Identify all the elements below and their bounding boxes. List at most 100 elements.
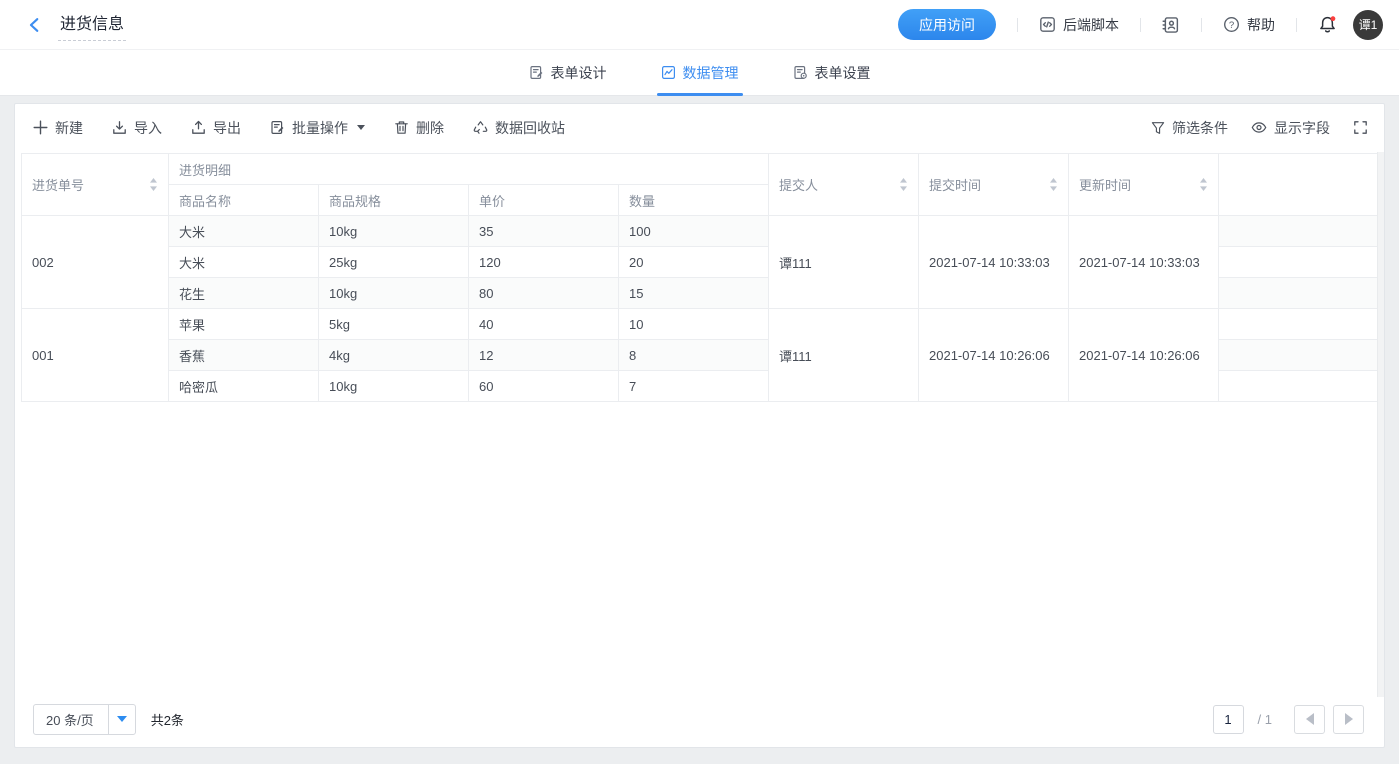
cell-unit-price[interactable]: 60 bbox=[469, 371, 619, 402]
cell-product-name[interactable]: 香蕉 bbox=[169, 340, 319, 371]
cell-product-spec[interactable]: 5kg bbox=[319, 309, 469, 340]
cell-product-name[interactable]: 哈密瓜 bbox=[169, 371, 319, 402]
doc-gear-icon bbox=[793, 65, 808, 80]
tab-form-settings[interactable]: 表单设置 bbox=[789, 50, 875, 95]
cell-unit-price[interactable]: 80 bbox=[469, 278, 619, 309]
cell-unit-price[interactable]: 35 bbox=[469, 216, 619, 247]
cell-quantity[interactable]: 10 bbox=[619, 309, 769, 340]
cell-quantity[interactable]: 100 bbox=[619, 216, 769, 247]
sort-arrows-icon[interactable] bbox=[1199, 178, 1208, 191]
column-label: 提交人 bbox=[779, 175, 818, 194]
cell-product-name[interactable]: 大米 bbox=[169, 216, 319, 247]
cell-unit-price[interactable]: 40 bbox=[469, 309, 619, 340]
download-icon bbox=[112, 120, 127, 135]
prev-page-button[interactable] bbox=[1294, 705, 1325, 734]
table-row[interactable]: 001苹果5kg4010谭1112021-07-14 10:26:062021-… bbox=[22, 309, 1378, 340]
cell-submit-time[interactable]: 2021-07-14 10:26:06 bbox=[919, 309, 1069, 402]
cell-order-no[interactable]: 001 bbox=[22, 309, 169, 402]
import-button[interactable]: 导入 bbox=[112, 118, 162, 138]
sort-arrows-icon[interactable] bbox=[149, 178, 158, 191]
page-number-input[interactable]: 1 bbox=[1213, 705, 1244, 734]
display-fields-button[interactable]: 显示字段 bbox=[1251, 118, 1330, 138]
help-button[interactable]: ? 帮助 bbox=[1223, 15, 1275, 35]
cell-product-name[interactable]: 大米 bbox=[169, 247, 319, 278]
cell-empty[interactable] bbox=[1219, 216, 1378, 247]
notification-button[interactable] bbox=[1318, 15, 1337, 34]
cell-submitter[interactable]: 谭111 bbox=[769, 216, 919, 309]
sort-arrows-icon[interactable] bbox=[1049, 178, 1058, 191]
delete-label: 删除 bbox=[416, 118, 444, 138]
cell-empty[interactable] bbox=[1219, 247, 1378, 278]
page-size-caret[interactable] bbox=[108, 705, 135, 734]
cell-quantity[interactable]: 15 bbox=[619, 278, 769, 309]
column-header-order-no[interactable]: 进货单号 bbox=[22, 154, 169, 216]
cell-submit-time[interactable]: 2021-07-14 10:33:03 bbox=[919, 216, 1069, 309]
recycle-bin-button[interactable]: 数据回收站 bbox=[473, 118, 565, 138]
batch-operations-label: 批量操作 bbox=[292, 118, 348, 138]
back-button[interactable] bbox=[22, 12, 48, 38]
sort-arrows-icon[interactable] bbox=[899, 178, 908, 191]
cell-update-time[interactable]: 2021-07-14 10:26:06 bbox=[1069, 309, 1219, 402]
cell-update-time[interactable]: 2021-07-14 10:33:03 bbox=[1069, 216, 1219, 309]
column-header-submit-time[interactable]: 提交时间 bbox=[919, 154, 1069, 216]
batch-operations-button[interactable]: 批量操作 bbox=[270, 118, 365, 138]
tab-label: 表单设计 bbox=[551, 63, 607, 83]
arrow-right-icon bbox=[1345, 713, 1353, 725]
tab-data-management[interactable]: 数据管理 bbox=[657, 50, 743, 95]
export-label: 导出 bbox=[213, 118, 241, 138]
cell-empty[interactable] bbox=[1219, 278, 1378, 309]
column-header-product-spec: 商品规格 bbox=[319, 185, 469, 216]
table-area: 进货单号 进货明细 提交人 提交时间 bbox=[15, 151, 1384, 697]
tab-label: 数据管理 bbox=[683, 63, 739, 83]
cell-empty[interactable] bbox=[1219, 340, 1378, 371]
filter-label: 筛选条件 bbox=[1172, 118, 1228, 138]
cell-product-name[interactable]: 苹果 bbox=[169, 309, 319, 340]
cell-quantity[interactable]: 8 bbox=[619, 340, 769, 371]
avatar[interactable]: 谭1 bbox=[1353, 10, 1383, 40]
column-header-unit-price: 单价 bbox=[469, 185, 619, 216]
cell-product-spec[interactable]: 10kg bbox=[319, 278, 469, 309]
cell-empty[interactable] bbox=[1219, 371, 1378, 402]
cell-product-spec[interactable]: 10kg bbox=[319, 371, 469, 402]
display-fields-label: 显示字段 bbox=[1274, 118, 1330, 138]
export-button[interactable]: 导出 bbox=[191, 118, 241, 138]
backend-script-button[interactable]: 后端脚本 bbox=[1039, 15, 1119, 35]
cell-unit-price[interactable]: 120 bbox=[469, 247, 619, 278]
cell-product-spec[interactable]: 10kg bbox=[319, 216, 469, 247]
cell-empty[interactable] bbox=[1219, 309, 1378, 340]
cell-product-spec[interactable]: 25kg bbox=[319, 247, 469, 278]
trash-icon bbox=[394, 120, 409, 135]
delete-button[interactable]: 删除 bbox=[394, 118, 444, 138]
fullscreen-button[interactable] bbox=[1353, 120, 1368, 135]
upload-icon bbox=[191, 120, 206, 135]
chart-square-icon bbox=[661, 65, 676, 80]
next-page-button[interactable] bbox=[1333, 705, 1364, 734]
column-header-update-time[interactable]: 更新时间 bbox=[1069, 154, 1219, 216]
filter-button[interactable]: 筛选条件 bbox=[1151, 118, 1228, 138]
table-row[interactable]: 002大米10kg35100谭1112021-07-14 10:33:03202… bbox=[22, 216, 1378, 247]
column-label: 提交时间 bbox=[929, 175, 981, 194]
vertical-scrollbar[interactable] bbox=[1377, 152, 1384, 697]
doc-pencil-icon bbox=[529, 65, 544, 80]
cell-quantity[interactable]: 7 bbox=[619, 371, 769, 402]
tab-form-design[interactable]: 表单设计 bbox=[525, 50, 611, 95]
cell-unit-price[interactable]: 12 bbox=[469, 340, 619, 371]
cell-product-name[interactable]: 花生 bbox=[169, 278, 319, 309]
new-label: 新建 bbox=[55, 118, 83, 138]
column-header-product-name: 商品名称 bbox=[169, 185, 319, 216]
page-size-select[interactable]: 20 条/页 bbox=[33, 704, 136, 735]
new-button[interactable]: 新建 bbox=[33, 118, 83, 138]
column-group-detail: 进货明细 bbox=[169, 154, 769, 185]
cell-quantity[interactable]: 20 bbox=[619, 247, 769, 278]
column-header-submitter[interactable]: 提交人 bbox=[769, 154, 919, 216]
cell-order-no[interactable]: 002 bbox=[22, 216, 169, 309]
cell-submitter[interactable]: 谭111 bbox=[769, 309, 919, 402]
main-panel: 新建 导入 导出 批量操作 删除 bbox=[14, 103, 1385, 748]
contacts-button[interactable] bbox=[1162, 16, 1180, 34]
cell-product-spec[interactable]: 4kg bbox=[319, 340, 469, 371]
column-label: 进货单号 bbox=[32, 175, 84, 194]
code-square-icon bbox=[1039, 16, 1056, 33]
chevron-down-icon bbox=[357, 125, 365, 130]
divider bbox=[1017, 18, 1018, 32]
app-access-button[interactable]: 应用访问 bbox=[898, 9, 996, 40]
